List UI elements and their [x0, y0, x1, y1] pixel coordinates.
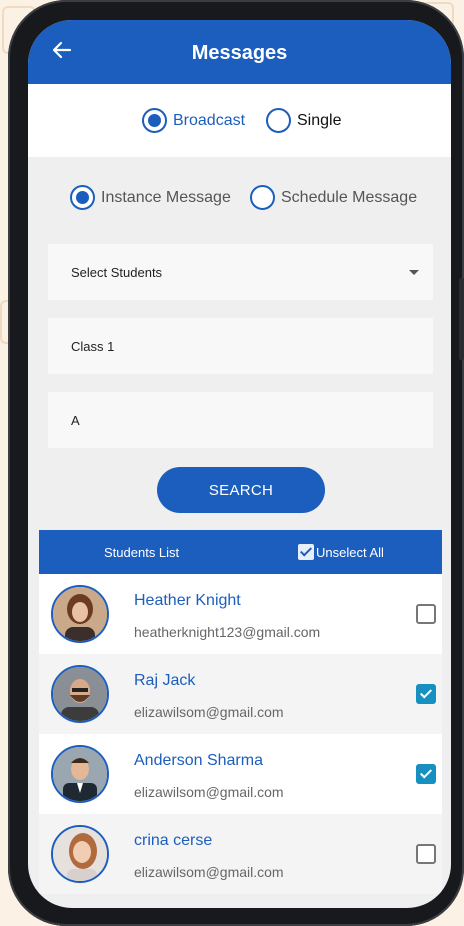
app-screen: Messages Broadcast Single Instance Messa…: [28, 20, 451, 908]
mode-selector: Broadcast Single: [28, 84, 451, 157]
student-avatar: [51, 665, 109, 723]
single-radio[interactable]: Single: [266, 108, 341, 133]
student-checkbox[interactable]: [416, 764, 436, 784]
student-row[interactable]: Anderson Sharma elizawilsom@gmail.com: [39, 734, 442, 814]
student-row[interactable]: crina cerse elizawilsom@gmail.com: [39, 814, 442, 894]
app-header: Messages: [28, 20, 451, 84]
class-value: Class 1: [71, 338, 115, 354]
student-name: Anderson Sharma: [134, 752, 263, 769]
student-email: elizawilsom@gmail.com: [134, 864, 284, 880]
schedule-message-label: Schedule Message: [281, 188, 418, 206]
students-list-title: Students List: [104, 545, 180, 560]
dropdown-arrow-icon: [409, 270, 419, 275]
section-field[interactable]: A: [48, 392, 433, 448]
student-row[interactable]: Raj Jack elizawilsom@gmail.com: [39, 654, 442, 734]
unselect-all-toggle[interactable]: Unselect All: [298, 544, 384, 560]
power-button: [459, 278, 464, 360]
class-field[interactable]: Class 1: [48, 318, 433, 374]
student-row[interactable]: Heather Knight heatherknight123@gmail.co…: [39, 574, 442, 654]
single-label: Single: [297, 111, 342, 129]
student-avatar: [51, 585, 109, 643]
schedule-message-radio[interactable]: Schedule Message: [250, 185, 417, 210]
radio-unselected-icon: [250, 185, 275, 210]
student-avatar: [51, 745, 109, 803]
section-value: A: [71, 412, 80, 428]
select-students-dropdown[interactable]: Select Students: [48, 244, 433, 300]
phone-frame: Messages Broadcast Single Instance Messa…: [8, 0, 464, 926]
radio-selected-icon: [142, 108, 167, 133]
student-checkbox[interactable]: [416, 604, 436, 624]
page-title: Messages: [191, 42, 288, 64]
radio-unselected-icon: [266, 108, 291, 133]
unselect-all-label: Unselect All: [316, 544, 384, 560]
broadcast-label: Broadcast: [173, 111, 246, 129]
radio-selected-icon: [70, 185, 95, 210]
broadcast-radio[interactable]: Broadcast: [142, 108, 245, 133]
instance-message-radio[interactable]: Instance Message: [70, 185, 231, 210]
instance-message-label: Instance Message: [101, 188, 231, 206]
student-name: Raj Jack: [134, 672, 196, 689]
student-email: elizawilsom@gmail.com: [134, 704, 284, 720]
student-checkbox[interactable]: [416, 844, 436, 864]
student-email: elizawilsom@gmail.com: [134, 784, 284, 800]
student-email: heatherknight123@gmail.com: [134, 624, 321, 640]
checkbox-checked-icon: [298, 544, 314, 560]
search-button[interactable]: SEARCH: [157, 467, 325, 513]
student-checkbox[interactable]: [416, 684, 436, 704]
students-list-header: Students List Unselect All: [39, 530, 442, 574]
student-name: crina cerse: [134, 832, 213, 849]
student-avatar: [51, 825, 109, 883]
select-students-label: Select Students: [71, 264, 163, 280]
student-name: Heather Knight: [134, 592, 241, 609]
